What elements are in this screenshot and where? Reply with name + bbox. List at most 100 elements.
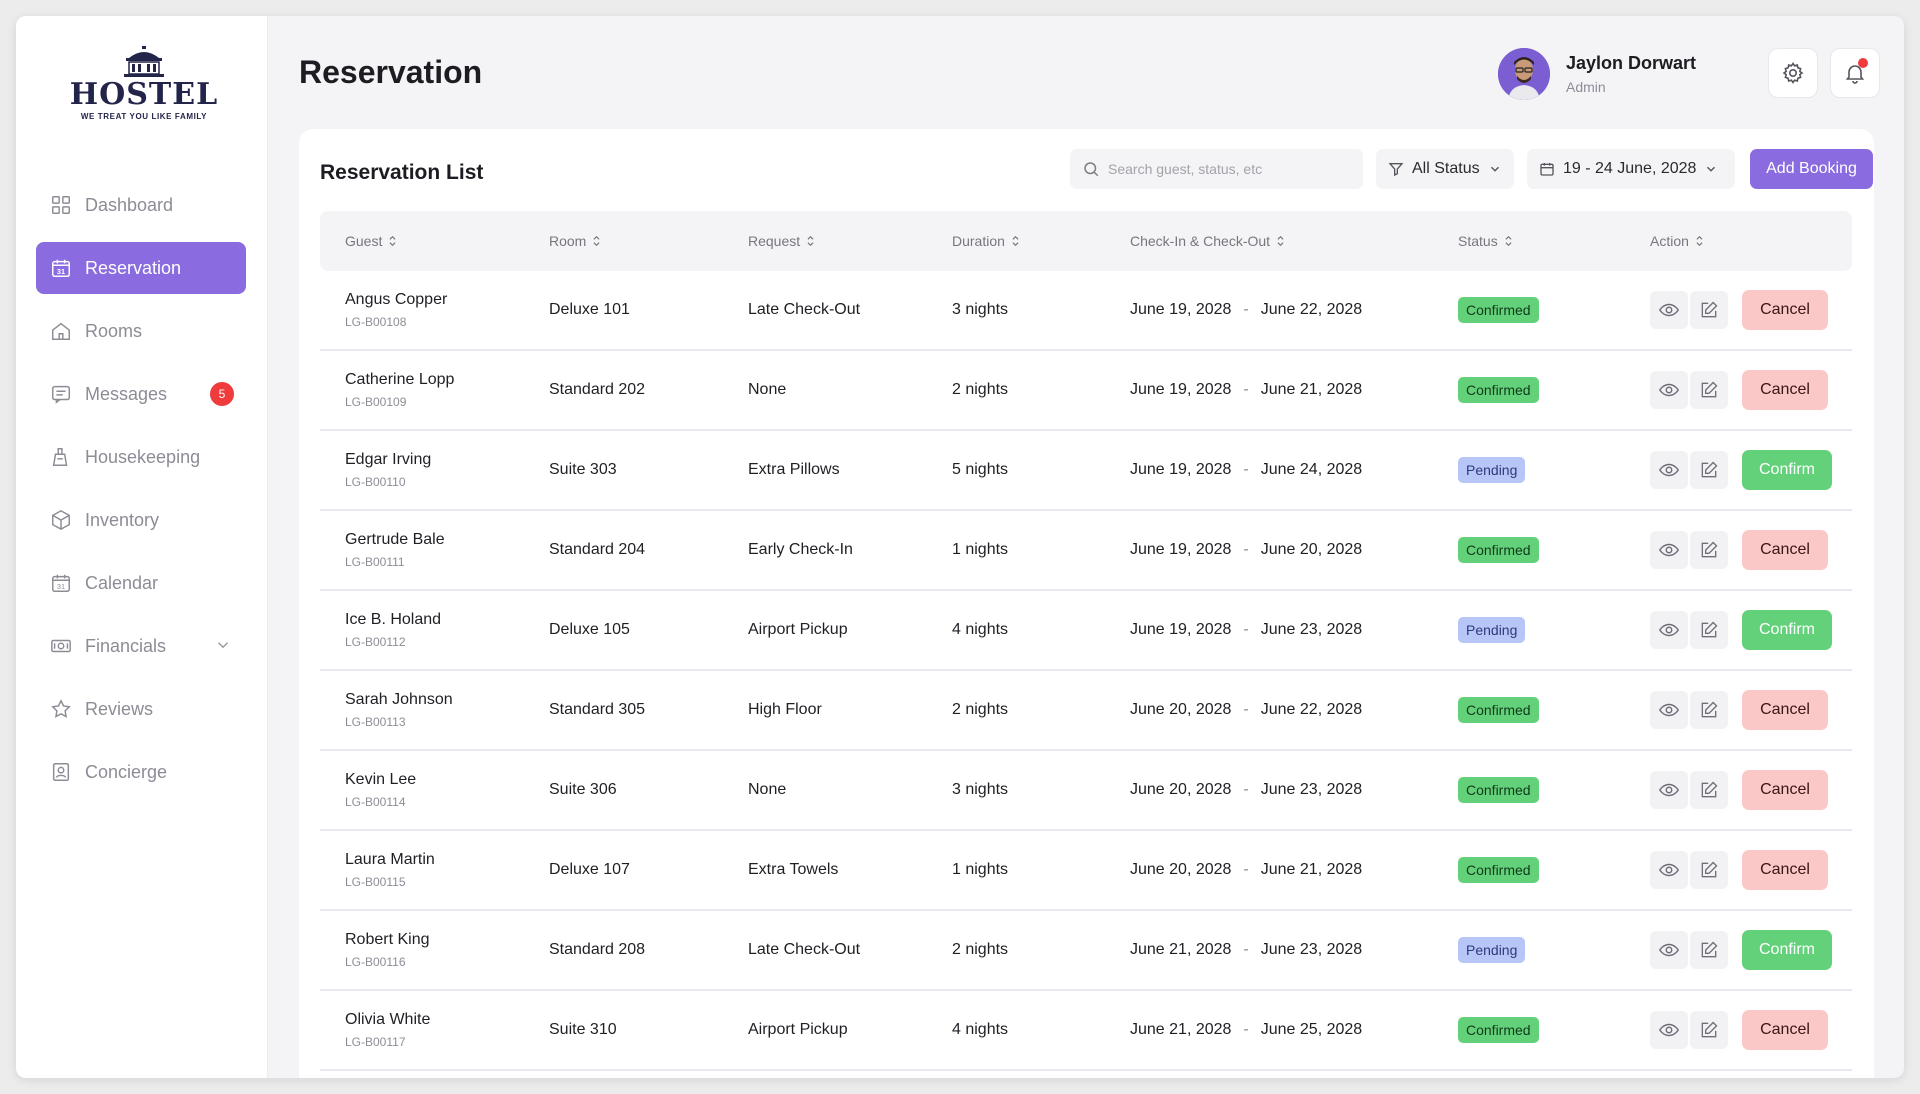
edit-button[interactable] bbox=[1690, 691, 1728, 729]
request-cell: Extra Towels bbox=[748, 861, 839, 878]
sort-icon bbox=[389, 235, 396, 247]
cancel-button[interactable]: Cancel bbox=[1742, 770, 1828, 810]
table-row[interactable]: Laura Martin LG-B00115 Deluxe 107 Extra Tow… bbox=[320, 831, 1852, 911]
request-cell: Late Check-Out bbox=[748, 301, 861, 318]
eye-icon bbox=[1658, 943, 1680, 957]
settings-button[interactable] bbox=[1768, 48, 1818, 98]
request-cell: None bbox=[748, 381, 787, 398]
view-button[interactable] bbox=[1650, 1011, 1688, 1049]
sidebar-item-financials[interactable]: Financials bbox=[36, 620, 246, 672]
reservation-panel: Reservation List All Status 19 - 24 June… bbox=[299, 129, 1874, 1078]
cancel-button[interactable]: Cancel bbox=[1742, 690, 1828, 730]
status-badge: Pending bbox=[1458, 457, 1526, 483]
edit-button[interactable] bbox=[1690, 611, 1728, 649]
table-row[interactable]: Sarah Johnson LG-B00113 Standard 305 High F… bbox=[320, 671, 1852, 751]
grid-icon bbox=[49, 193, 73, 217]
sidebar-item-housekeeping[interactable]: Housekeeping bbox=[36, 431, 246, 483]
dates-cell: June 20, 2028- June 21, 2028 bbox=[1130, 831, 1362, 909]
concierge-icon bbox=[49, 760, 73, 784]
hostel-logo[interactable]: HOSTEL WE TREAT YOU LIKE FAMILY bbox=[54, 46, 234, 142]
cancel-button[interactable]: Cancel bbox=[1742, 290, 1828, 330]
table-row[interactable]: Kevin Lee LG-B00114 Suite 306 None 3 nights J… bbox=[320, 751, 1852, 831]
column-header-action[interactable]: Action bbox=[1650, 211, 1704, 271]
duration-cell: 1 nights bbox=[952, 861, 1009, 878]
date-range-picker[interactable]: 19 - 24 June, 2028 bbox=[1527, 149, 1735, 189]
booking-id: LG-B00108 bbox=[345, 315, 407, 329]
view-button[interactable] bbox=[1650, 371, 1688, 409]
dates-cell: June 19, 2028- June 24, 2028 bbox=[1130, 431, 1362, 509]
room-cell: Standard 305 bbox=[549, 701, 646, 718]
status-cell: Pending bbox=[1458, 591, 1526, 669]
view-button[interactable] bbox=[1650, 451, 1688, 489]
cancel-button[interactable]: Cancel bbox=[1742, 530, 1828, 570]
view-button[interactable] bbox=[1650, 611, 1688, 649]
column-header-guest[interactable]: Guest bbox=[345, 211, 397, 271]
sidebar-item-concierge[interactable]: Concierge bbox=[36, 746, 246, 798]
view-button[interactable] bbox=[1650, 771, 1688, 809]
view-button[interactable] bbox=[1650, 931, 1688, 969]
view-button[interactable] bbox=[1650, 851, 1688, 889]
edit-button[interactable] bbox=[1690, 371, 1728, 409]
search-box[interactable] bbox=[1070, 149, 1363, 189]
status-badge: Confirmed bbox=[1458, 1017, 1539, 1043]
sidebar-item-messages[interactable]: Messages 5 bbox=[36, 368, 246, 420]
table-row[interactable]: Robert King LG-B00116 Standard 208 Late Che… bbox=[320, 911, 1852, 991]
guest-cell: Olivia White LG-B00117 bbox=[345, 991, 430, 1069]
cancel-button[interactable]: Cancel bbox=[1742, 1010, 1828, 1050]
check-out-date: June 22, 2028 bbox=[1260, 701, 1363, 718]
guest-cell: Angus Copper LG-B00108 bbox=[345, 271, 447, 349]
dates-cell: June 19, 2028- June 22, 2028 bbox=[1130, 271, 1362, 349]
column-header-status[interactable]: Status bbox=[1458, 211, 1513, 271]
column-header-check-in-check-out[interactable]: Check-In & Check-Out bbox=[1130, 211, 1285, 271]
status-filter-dropdown[interactable]: All Status bbox=[1376, 149, 1514, 189]
view-button[interactable] bbox=[1650, 531, 1688, 569]
chevron-down-icon[interactable] bbox=[214, 636, 232, 654]
booking-id: LG-B00113 bbox=[345, 715, 406, 729]
confirm-button[interactable]: Confirm bbox=[1742, 610, 1832, 650]
column-header-room[interactable]: Room bbox=[549, 211, 601, 271]
check-in-date: June 21, 2028 bbox=[1130, 941, 1232, 958]
view-button[interactable] bbox=[1650, 291, 1688, 329]
sidebar-item-calendar[interactable]: 31 Calendar bbox=[36, 557, 246, 609]
sidebar-item-reservation[interactable]: 31 Reservation bbox=[36, 242, 246, 294]
table-row[interactable]: Ice B. Holand LG-B00112 Deluxe 105 Airport … bbox=[320, 591, 1852, 671]
status-cell: Pending bbox=[1458, 911, 1526, 989]
column-header-label: Duration bbox=[952, 233, 1005, 249]
sidebar-item-reviews[interactable]: Reviews bbox=[36, 683, 246, 735]
cancel-button[interactable]: Cancel bbox=[1742, 370, 1828, 410]
edit-button[interactable] bbox=[1690, 451, 1728, 489]
sort-icon bbox=[1012, 235, 1019, 247]
edit-button[interactable] bbox=[1690, 291, 1728, 329]
sidebar-item-inventory[interactable]: Inventory bbox=[36, 494, 246, 546]
duration-cell: 5 nights bbox=[952, 461, 1009, 478]
notifications-button[interactable] bbox=[1830, 48, 1880, 98]
table-row[interactable]: Catherine Lopp LG-B00109 Standard 202 None 2… bbox=[320, 351, 1852, 431]
eye-icon bbox=[1658, 543, 1680, 557]
room-cell: Standard 202 bbox=[549, 381, 646, 398]
request-cell: High Floor bbox=[748, 701, 822, 718]
user-profile[interactable]: Jaylon Dorwart Admin bbox=[1498, 48, 1696, 100]
sidebar-item-dashboard[interactable]: Dashboard bbox=[36, 179, 246, 231]
table-row[interactable]: Edgar Irving LG-B00110 Suite 303 Extra Pill… bbox=[320, 431, 1852, 511]
room-cell: Deluxe 105 bbox=[549, 621, 630, 638]
user-role: Admin bbox=[1566, 79, 1606, 95]
cancel-button[interactable]: Cancel bbox=[1742, 850, 1828, 890]
sidebar-item-rooms[interactable]: Rooms bbox=[36, 305, 246, 357]
table-row[interactable]: Gertrude Bale LG-B00111 Standard 204 Early … bbox=[320, 511, 1852, 591]
search-input[interactable] bbox=[1108, 161, 1358, 177]
edit-button[interactable] bbox=[1690, 851, 1728, 889]
confirm-button[interactable]: Confirm bbox=[1742, 450, 1832, 490]
check-in-date: June 20, 2028 bbox=[1130, 861, 1232, 878]
edit-button[interactable] bbox=[1690, 771, 1728, 809]
table-row[interactable]: Olivia White LG-B00117 Suite 310 Airport Pi… bbox=[320, 991, 1852, 1071]
edit-button[interactable] bbox=[1690, 531, 1728, 569]
edit-button[interactable] bbox=[1690, 931, 1728, 969]
room-cell: Suite 303 bbox=[549, 461, 617, 478]
column-header-duration[interactable]: Duration bbox=[952, 211, 1020, 271]
confirm-button[interactable]: Confirm bbox=[1742, 930, 1832, 970]
view-button[interactable] bbox=[1650, 691, 1688, 729]
add-booking-button[interactable]: Add Booking bbox=[1750, 149, 1873, 189]
edit-button[interactable] bbox=[1690, 1011, 1728, 1049]
column-header-request[interactable]: Request bbox=[748, 211, 815, 271]
table-row[interactable]: Angus Copper LG-B00108 Deluxe 101 Late Chec… bbox=[320, 271, 1852, 351]
